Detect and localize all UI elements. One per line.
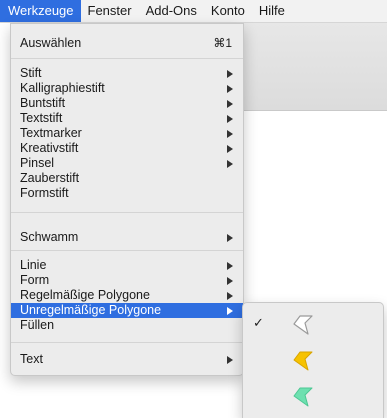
submenu-arrow-icon bbox=[227, 115, 233, 123]
polygon-outline-icon bbox=[293, 315, 313, 335]
menu-bar: Werkzeuge Fenster Add-Ons Konto Hilfe bbox=[0, 0, 387, 23]
separator bbox=[11, 250, 243, 251]
menu-item-label: Zauberstift bbox=[20, 171, 80, 185]
submenu-arrow-icon bbox=[227, 70, 233, 78]
menu-add-ons[interactable]: Add-Ons bbox=[139, 0, 204, 22]
menu-item-unregelmaessige-polygone[interactable]: Unregelmäßige Polygone bbox=[11, 303, 243, 318]
separator bbox=[11, 212, 243, 213]
menu-item-schwamm[interactable]: Schwamm bbox=[11, 230, 243, 245]
submenu-arrow-icon bbox=[227, 145, 233, 153]
menu-item-label: Regelmäßige Polygone bbox=[20, 288, 150, 302]
menu-item-regelmaessige-polygone[interactable]: Regelmäßige Polygone bbox=[11, 288, 243, 303]
menu-item-textmarker[interactable]: Textmarker bbox=[11, 126, 243, 141]
shortcut-label: ⌘1 bbox=[213, 36, 232, 50]
submenu-arrow-icon bbox=[227, 262, 233, 270]
menu-item-text[interactable]: Text bbox=[11, 352, 243, 367]
submenu-item-polygon-yellow[interactable] bbox=[243, 347, 383, 375]
menu-item-label: Pinsel bbox=[20, 156, 55, 170]
submenu-arrow-icon bbox=[227, 85, 233, 93]
menu-item-pinsel[interactable]: Pinsel bbox=[11, 156, 243, 171]
menu-item-label: Schwamm bbox=[20, 230, 79, 244]
menu-item-label: Unregelmäßige Polygone bbox=[20, 303, 162, 317]
menu-item-kreativstift[interactable]: Kreativstift bbox=[11, 141, 243, 156]
menu-item-label: Textmarker bbox=[20, 126, 82, 140]
polygon-submenu: ✓ bbox=[242, 302, 384, 418]
menu-item-label: Text bbox=[20, 352, 43, 366]
menu-item-buntstift[interactable]: Buntstift bbox=[11, 96, 243, 111]
menu-item-label: Kreativstift bbox=[20, 141, 79, 155]
menu-item-label: Linie bbox=[20, 258, 47, 272]
polygon-green-icon bbox=[293, 387, 313, 407]
submenu-arrow-icon bbox=[227, 277, 233, 285]
separator bbox=[11, 58, 243, 59]
menu-item-form[interactable]: Form bbox=[11, 273, 243, 288]
menu-item-label: Buntstift bbox=[20, 96, 66, 110]
menu-item-kalligraphiestift[interactable]: Kalligraphiestift bbox=[11, 81, 243, 96]
menu-item-linie[interactable]: Linie bbox=[11, 258, 243, 273]
menu-item-auswaehlen[interactable]: Auswählen ⌘1 bbox=[11, 36, 243, 51]
menu-item-label: Form bbox=[20, 273, 50, 287]
menu-hilfe[interactable]: Hilfe bbox=[252, 0, 292, 22]
menu-item-textstift[interactable]: Textstift bbox=[11, 111, 243, 126]
menu-item-label: Stift bbox=[20, 66, 42, 80]
submenu-arrow-icon bbox=[227, 100, 233, 108]
polygon-yellow-icon bbox=[293, 351, 313, 371]
checkmark-icon: ✓ bbox=[253, 315, 264, 330]
menu-item-stift[interactable]: Stift bbox=[11, 66, 243, 81]
submenu-arrow-icon bbox=[227, 160, 233, 168]
werkzeuge-dropdown: Auswählen ⌘1 Stift Kalligraphiestift Bun… bbox=[10, 23, 244, 376]
submenu-arrow-icon bbox=[227, 307, 233, 315]
menu-werkzeuge[interactable]: Werkzeuge bbox=[0, 0, 81, 22]
menu-item-label: Kalligraphiestift bbox=[20, 81, 105, 95]
separator bbox=[11, 342, 243, 343]
menu-item-label: Auswählen bbox=[20, 36, 82, 50]
submenu-arrow-icon bbox=[227, 292, 233, 300]
menu-fenster[interactable]: Fenster bbox=[81, 0, 139, 22]
menu-item-label: Formstift bbox=[20, 186, 69, 200]
submenu-item-polygon-green[interactable] bbox=[243, 383, 383, 411]
menu-konto[interactable]: Konto bbox=[204, 0, 252, 22]
menu-item-formstift[interactable]: Formstift bbox=[11, 186, 243, 201]
app-toolbar-background bbox=[236, 23, 387, 111]
menu-item-fuellen[interactable]: Füllen bbox=[11, 318, 243, 333]
submenu-arrow-icon bbox=[227, 130, 233, 138]
submenu-arrow-icon bbox=[227, 356, 233, 364]
menu-item-zauberstift[interactable]: Zauberstift bbox=[11, 171, 243, 186]
menu-item-label: Füllen bbox=[20, 318, 55, 332]
submenu-item-polygon-outline[interactable]: ✓ bbox=[243, 311, 383, 339]
menu-item-label: Textstift bbox=[20, 111, 63, 125]
submenu-arrow-icon bbox=[227, 234, 233, 242]
